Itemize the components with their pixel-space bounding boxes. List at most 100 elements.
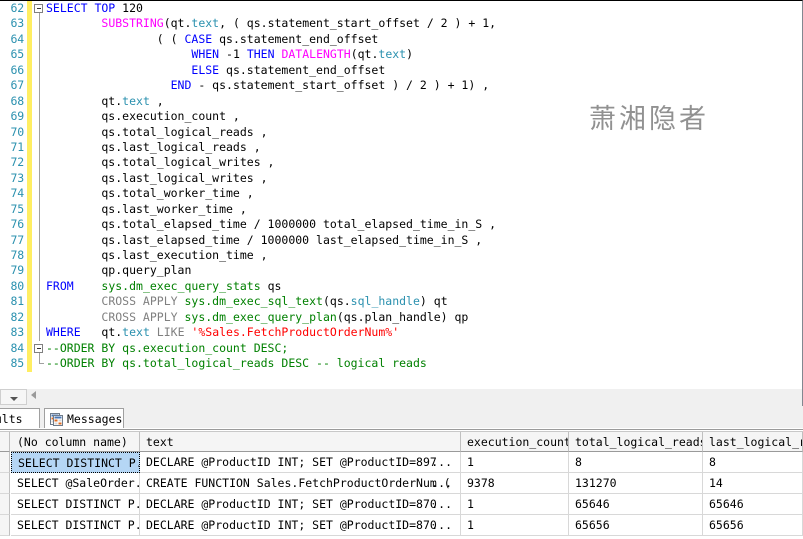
outline-column[interactable] [33, 263, 46, 279]
code-text[interactable]: qp.query_plan [46, 263, 191, 278]
table-cell-c1[interactable]: CREATE FUNCTION Sales.FetchProductOrderN… [140, 473, 461, 494]
table-cell-c0[interactable]: SELECT DISTINCT P... [11, 452, 140, 473]
code-line[interactable]: 72 qs.total_logical_writes , [0, 155, 802, 171]
code-text[interactable]: WHEN -1 THEN DATALENGTH(qt.text) [46, 47, 413, 62]
outline-column[interactable] [33, 78, 46, 94]
column-header-c4[interactable]: last_logical_read [703, 432, 803, 452]
outline-column[interactable] [33, 155, 46, 171]
code-text[interactable]: ELSE qs.statement_end_offset [46, 63, 385, 78]
table-row[interactable]: SELECT DISTINCT P...DECLARE @ProductID I… [0, 515, 803, 536]
hscroll-track[interactable] [28, 389, 801, 405]
outline-column[interactable] [33, 201, 46, 218]
results-grid[interactable]: (No column name) text execution_count total… [0, 429, 803, 539]
code-text[interactable]: CROSS APPLY sys.dm_exec_sql_text(qs.sql_… [46, 294, 447, 309]
code-line[interactable]: 82 CROSS APPLY sys.dm_exec_query_plan(qs… [0, 309, 802, 326]
table-cell-c4[interactable]: 14 [703, 473, 803, 494]
table-cell-c2[interactable]: 1 [461, 515, 569, 536]
code-line[interactable]: 83 WHERE qt.text LIKE '%Sales.FetchProduc… [0, 325, 802, 341]
code-text[interactable]: qs.last_execution_time , [46, 248, 267, 263]
outline-column[interactable] [33, 93, 46, 110]
outline-column[interactable] [33, 248, 46, 264]
editor-split-button[interactable] [0, 389, 27, 405]
outline-column[interactable] [33, 325, 46, 341]
code-text[interactable]: qs.execution_count , [46, 109, 240, 124]
table-cell-c3[interactable]: 65646 [569, 494, 703, 515]
code-text[interactable]: --ORDER BY qs.execution_count DESC; [46, 341, 288, 356]
column-header-c0[interactable]: (No column name) [11, 432, 140, 452]
column-header-c1[interactable]: text [140, 432, 461, 452]
code-text[interactable]: qs.last_logical_writes , [46, 171, 267, 186]
table-cell-c0[interactable]: SELECT DISTINCT P... [11, 515, 140, 536]
code-text[interactable]: qs.last_logical_reads , [46, 140, 260, 155]
results-tabstrip[interactable]: esults Messages [0, 406, 803, 430]
code-line[interactable]: 66 ELSE qs.statement_end_offset [0, 62, 802, 79]
code-line[interactable]: 62 SELECT TOP 120 [0, 1, 802, 17]
outline-column[interactable] [33, 170, 46, 187]
table-cell-c1[interactable]: DECLARE @ProductID INT; SET @ProductID=8… [140, 515, 461, 536]
table-cell-c3[interactable]: 131270 [569, 473, 703, 494]
outline-column[interactable] [33, 109, 46, 125]
code-line[interactable]: 85 --ORDER BY qs.total_logical_reads DESC… [0, 356, 802, 372]
code-text[interactable]: SUBSTRING(qt.text, ( qs.statement_start_… [46, 16, 496, 31]
sql-editor-pane[interactable]: 62 SELECT TOP 120 63 SUBSTRING(qt.text, ( … [0, 0, 803, 389]
collapse-toggle-icon[interactable] [34, 4, 43, 13]
outline-column[interactable] [33, 16, 46, 32]
table-cell-c1[interactable]: DECLARE @ProductID INT; SET @ProductID=8… [140, 452, 461, 473]
code-line[interactable]: 71 qs.last_logical_reads , [0, 139, 802, 156]
code-text[interactable]: qs.total_elapsed_time / 1000000 total_el… [46, 217, 496, 232]
collapse-toggle-icon[interactable] [34, 343, 43, 353]
code-text[interactable]: --ORDER BY qs.total_logical_reads DESC -… [46, 356, 427, 371]
code-lines[interactable]: 62 SELECT TOP 120 63 SUBSTRING(qt.text, ( … [0, 1, 802, 372]
code-line[interactable]: 64 ( ( CASE qs.statement_end_offset [0, 31, 802, 48]
table-cell-c4[interactable]: 65656 [703, 515, 803, 536]
code-line[interactable]: 75 qs.last_worker_time , [0, 201, 802, 218]
table-cell-c1[interactable]: DECLARE @ProductID INT; SET @ProductID=8… [140, 494, 461, 515]
table-cell-c0[interactable]: SELECT @SaleOrder... [11, 473, 140, 494]
code-text[interactable]: SELECT TOP 120 [46, 1, 143, 16]
outline-column[interactable] [33, 217, 46, 233]
table-cell-c4[interactable]: 8 [703, 452, 803, 473]
code-line[interactable]: 63 SUBSTRING(qt.text, ( qs.statement_sta… [0, 16, 802, 32]
table-cell-c2[interactable]: 1 [461, 494, 569, 515]
table-cell-c2[interactable]: 1 [461, 452, 569, 473]
outline-column[interactable] [33, 186, 46, 202]
outline-column[interactable] [33, 232, 46, 248]
code-line[interactable]: 73 qs.last_logical_writes , [0, 170, 802, 187]
code-line[interactable]: 67 END - qs.statement_start_offset ) / 2… [0, 78, 802, 94]
code-text[interactable]: qs.total_logical_writes , [46, 155, 274, 170]
outline-column[interactable] [33, 278, 46, 295]
code-line[interactable]: 77 qs.last_elapsed_time / 1000000 last_e… [0, 232, 802, 248]
code-text[interactable]: CROSS APPLY sys.dm_exec_query_plan(qs.pl… [46, 310, 468, 325]
table-cell-c3[interactable]: 65656 [569, 515, 703, 536]
table-cell-c4[interactable]: 65646 [703, 494, 803, 515]
tab-results[interactable]: esults [0, 408, 40, 429]
code-line[interactable]: 65 WHEN -1 THEN DATALENGTH(qt.text) [0, 47, 802, 63]
grid-corner-header[interactable] [0, 432, 10, 452]
code-line[interactable]: 74 qs.total_worker_time , [0, 186, 802, 202]
code-text[interactable]: qs.last_elapsed_time / 1000000 last_elap… [46, 233, 482, 248]
row-header[interactable] [0, 473, 10, 494]
table-cell-c3[interactable]: 8 [569, 452, 703, 473]
outline-column[interactable] [33, 31, 46, 48]
outline-column[interactable] [33, 341, 46, 357]
table-cell-c2[interactable]: 9378 [461, 473, 569, 494]
column-header-c3[interactable]: total_logical_reads [569, 432, 703, 452]
table-row[interactable]: SELECT @SaleOrder...CREATE FUNCTION Sale… [0, 473, 803, 494]
outline-column[interactable] [33, 139, 46, 156]
row-header[interactable] [0, 452, 10, 473]
column-header-c2[interactable]: execution_count [461, 432, 569, 452]
table-row[interactable]: SELECT DISTINCT P...DECLARE @ProductID I… [0, 494, 803, 515]
outline-column[interactable] [33, 1, 46, 17]
outline-column[interactable] [33, 62, 46, 79]
code-line[interactable]: 79 qp.query_plan [0, 263, 802, 279]
code-text[interactable]: qs.total_worker_time , [46, 186, 253, 201]
outline-column[interactable] [33, 124, 46, 140]
code-line[interactable]: 76 qs.total_elapsed_time / 1000000 total… [0, 217, 802, 233]
code-line[interactable]: 80 FROM sys.dm_exec_query_stats qs [0, 278, 802, 295]
outline-column[interactable] [33, 294, 46, 310]
code-text[interactable]: WHERE qt.text LIKE '%Sales.FetchProductO… [46, 325, 399, 340]
tab-messages[interactable]: Messages [44, 408, 124, 429]
code-text[interactable]: qt.text , [46, 94, 163, 109]
code-text[interactable]: ( ( CASE qs.statement_end_offset [46, 32, 379, 47]
code-line[interactable]: 81 CROSS APPLY sys.dm_exec_sql_text(qs.s… [0, 294, 802, 310]
